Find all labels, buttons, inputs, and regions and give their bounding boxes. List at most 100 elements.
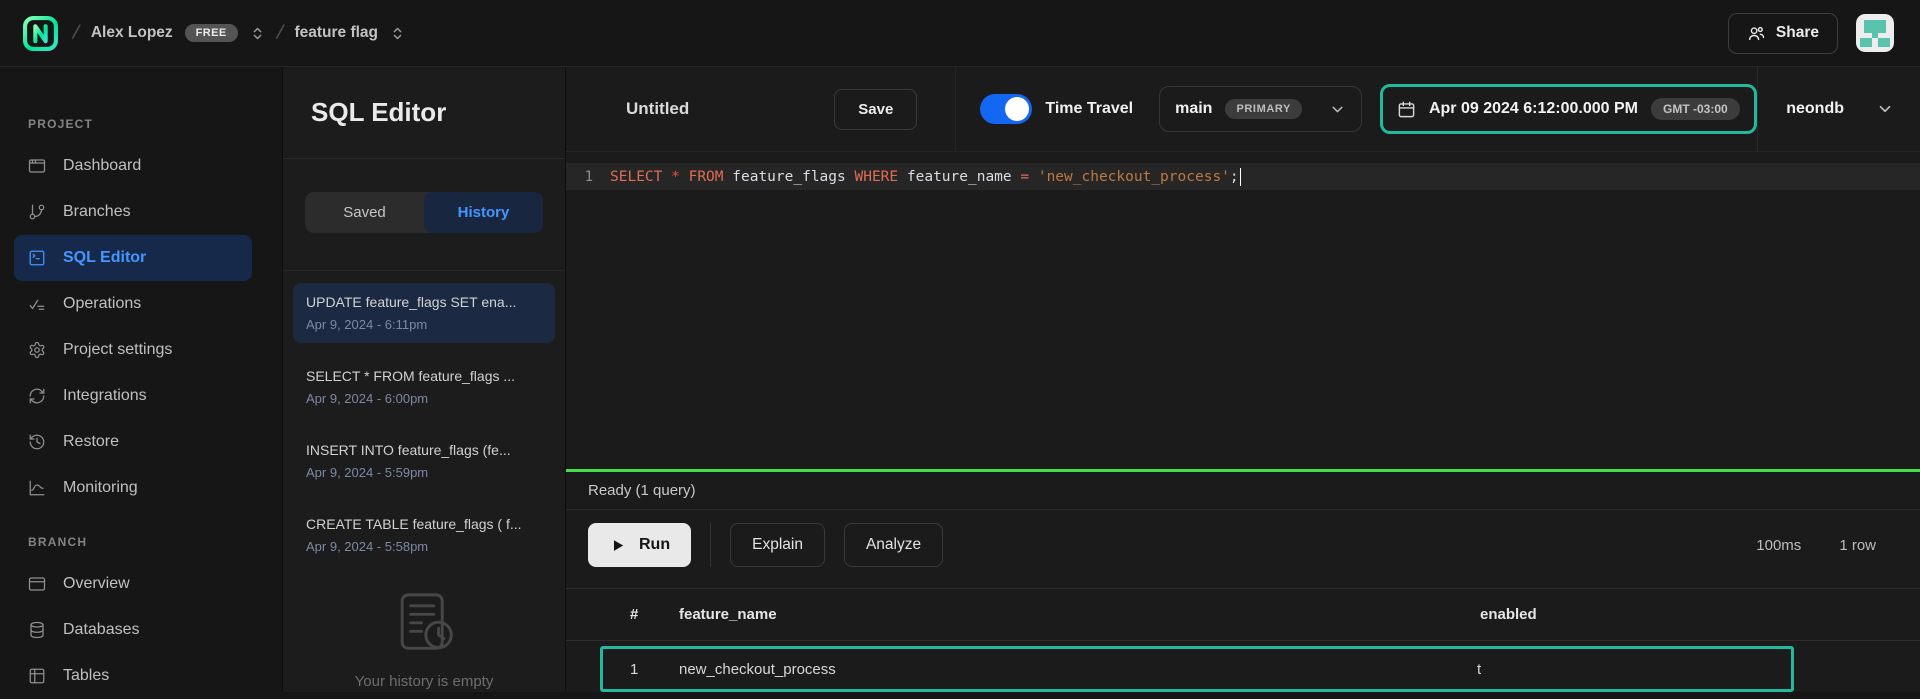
tab-history[interactable]: History: [424, 192, 543, 233]
nav-label: Integrations: [63, 387, 147, 405]
sidebar-item-tables[interactable]: Tables: [14, 653, 252, 699]
nav-label: Dashboard: [63, 157, 141, 175]
avatar[interactable]: [1856, 14, 1894, 52]
users-icon: [1747, 24, 1766, 43]
nav-label: Databases: [63, 621, 140, 639]
breadcrumb-separator: /: [274, 21, 285, 46]
status-bar: Ready (1 query): [566, 472, 1920, 510]
gear-icon: [28, 341, 46, 359]
history-date: Apr 9, 2024 - 5:58pm: [306, 539, 542, 554]
sidebar-item-project-settings[interactable]: Project settings: [14, 327, 252, 373]
share-button[interactable]: Share: [1728, 13, 1838, 54]
history-query: UPDATE feature_flags SET ena...: [306, 294, 542, 310]
history-item[interactable]: UPDATE feature_flags SET ena... Apr 9, 2…: [293, 283, 555, 343]
datetime-value: Apr 09 2024 6:12:00.000 PM: [1429, 100, 1638, 118]
nav-label: Restore: [63, 433, 119, 451]
table-icon: [28, 667, 46, 685]
project-name[interactable]: feature flag: [294, 24, 378, 42]
results-table: # feature_name enabled 1 new_checkout_pr…: [566, 580, 1920, 692]
toggle-knob: [1005, 97, 1029, 121]
database-icon: [28, 621, 46, 639]
history-item[interactable]: INSERT INTO feature_flags (fe... Apr 9, …: [293, 431, 555, 491]
sql-token: [724, 169, 733, 185]
tab-saved[interactable]: Saved: [305, 192, 424, 233]
branch-name: main: [1175, 100, 1212, 118]
run-button[interactable]: Run: [588, 523, 691, 567]
sidebar-item-sql-editor[interactable]: SQL Editor: [14, 235, 252, 281]
history-query: INSERT INTO feature_flags (fe...: [306, 442, 542, 458]
nav-label: Monitoring: [63, 479, 138, 497]
sync-arrows-icon: [28, 387, 46, 405]
run-label: Run: [639, 536, 670, 554]
database-select[interactable]: neondb: [1757, 67, 1920, 152]
time-travel-toggle[interactable]: [980, 94, 1032, 124]
dashboard-icon: [28, 157, 46, 175]
org-switcher-chevron-icon[interactable]: [250, 26, 265, 41]
toolbar-divider: [955, 67, 956, 151]
calendar-icon: [1397, 100, 1416, 119]
sql-token: SELECT: [610, 169, 662, 185]
analyze-button[interactable]: Analyze: [844, 523, 943, 567]
database-name: neondb: [1786, 100, 1844, 118]
actions-bar: Run Explain Analyze 100ms 1 row: [566, 510, 1920, 580]
project-switcher-chevron-icon[interactable]: [390, 26, 405, 41]
explain-button[interactable]: Explain: [730, 523, 825, 567]
sidebar-item-databases[interactable]: Databases: [14, 607, 252, 653]
sql-token: feature_name: [907, 169, 1012, 185]
sql-code: SELECT * FROM feature_flags WHERE featur…: [610, 168, 1241, 186]
sql-token: [662, 169, 671, 185]
chevron-down-icon: [1876, 100, 1894, 118]
time-travel-datetime-picker[interactable]: Apr 09 2024 6:12:00.000 PM GMT -03:00: [1380, 84, 1757, 134]
sidebar-item-operations[interactable]: Operations: [14, 281, 252, 327]
sidebar-item-dashboard[interactable]: Dashboard: [14, 143, 252, 189]
nav-label: Operations: [63, 295, 141, 313]
sidebar-item-monitoring[interactable]: Monitoring: [14, 465, 252, 511]
sql-editor-panel: SQL Editor Saved History UPDATE feature_…: [282, 67, 565, 692]
query-title[interactable]: Untitled: [626, 99, 689, 119]
history-clock-icon: [28, 433, 46, 451]
save-button[interactable]: Save: [834, 89, 917, 130]
nav-label: Overview: [63, 575, 130, 593]
topbar: / Alex Lopez FREE / feature flag Share: [0, 0, 1920, 67]
nav-label: Branches: [63, 203, 131, 221]
history-item[interactable]: CREATE TABLE feature_flags ( f... Apr 9,…: [293, 505, 555, 565]
sql-token: [680, 169, 689, 185]
time-travel-label: Time Travel: [1045, 100, 1133, 118]
org-name[interactable]: Alex Lopez: [91, 24, 173, 42]
document-clock-icon: [390, 591, 458, 657]
history-date: Apr 9, 2024 - 5:59pm: [306, 465, 542, 480]
main-area: Untitled Save Time Travel main PRIMARY A…: [565, 67, 1920, 692]
history-query: CREATE TABLE feature_flags ( f...: [306, 516, 542, 532]
panel-title: SQL Editor: [283, 67, 565, 159]
column-header-index: #: [566, 606, 679, 623]
column-header-feature-name: feature_name: [679, 606, 1480, 623]
row-count: 1 row: [1839, 537, 1876, 554]
sidebar-item-overview[interactable]: Overview: [14, 561, 252, 607]
history-date: Apr 9, 2024 - 6:00pm: [306, 391, 542, 406]
play-icon: [609, 537, 626, 554]
query-metrics: 100ms 1 row: [1756, 537, 1876, 554]
cell-enabled: t: [1477, 661, 1791, 678]
nav-label: SQL Editor: [63, 249, 146, 267]
sql-token: [1029, 169, 1038, 185]
status-text: Ready (1 query): [588, 482, 696, 499]
sidebar-item-restore[interactable]: Restore: [14, 419, 252, 465]
sql-token: ;: [1230, 169, 1239, 185]
plan-badge: FREE: [185, 24, 238, 42]
sidebar-item-branches[interactable]: Branches: [14, 189, 252, 235]
table-row-highlighted: 1 new_checkout_process t: [600, 646, 1794, 692]
nav-label: Tables: [63, 667, 109, 685]
sql-code-editor[interactable]: 1 SELECT * FROM feature_flags WHERE feat…: [566, 152, 1920, 469]
history-item[interactable]: SELECT * FROM feature_flags ... Apr 9, 2…: [293, 357, 555, 417]
sidebar-item-integrations[interactable]: Integrations: [14, 373, 252, 419]
text-cursor: [1240, 168, 1242, 186]
neon-logo-icon[interactable]: [22, 15, 59, 52]
terminal-icon: [28, 249, 46, 267]
branch-select[interactable]: main PRIMARY: [1159, 86, 1362, 132]
sql-token: feature_flags: [732, 169, 846, 185]
editor-toolbar: Untitled Save Time Travel main PRIMARY A…: [566, 67, 1920, 152]
nav-label: Project settings: [63, 341, 172, 359]
cell-index: 1: [603, 661, 679, 678]
history-list: UPDATE feature_flags SET ena... Apr 9, 2…: [283, 271, 565, 690]
share-label: Share: [1776, 24, 1819, 42]
